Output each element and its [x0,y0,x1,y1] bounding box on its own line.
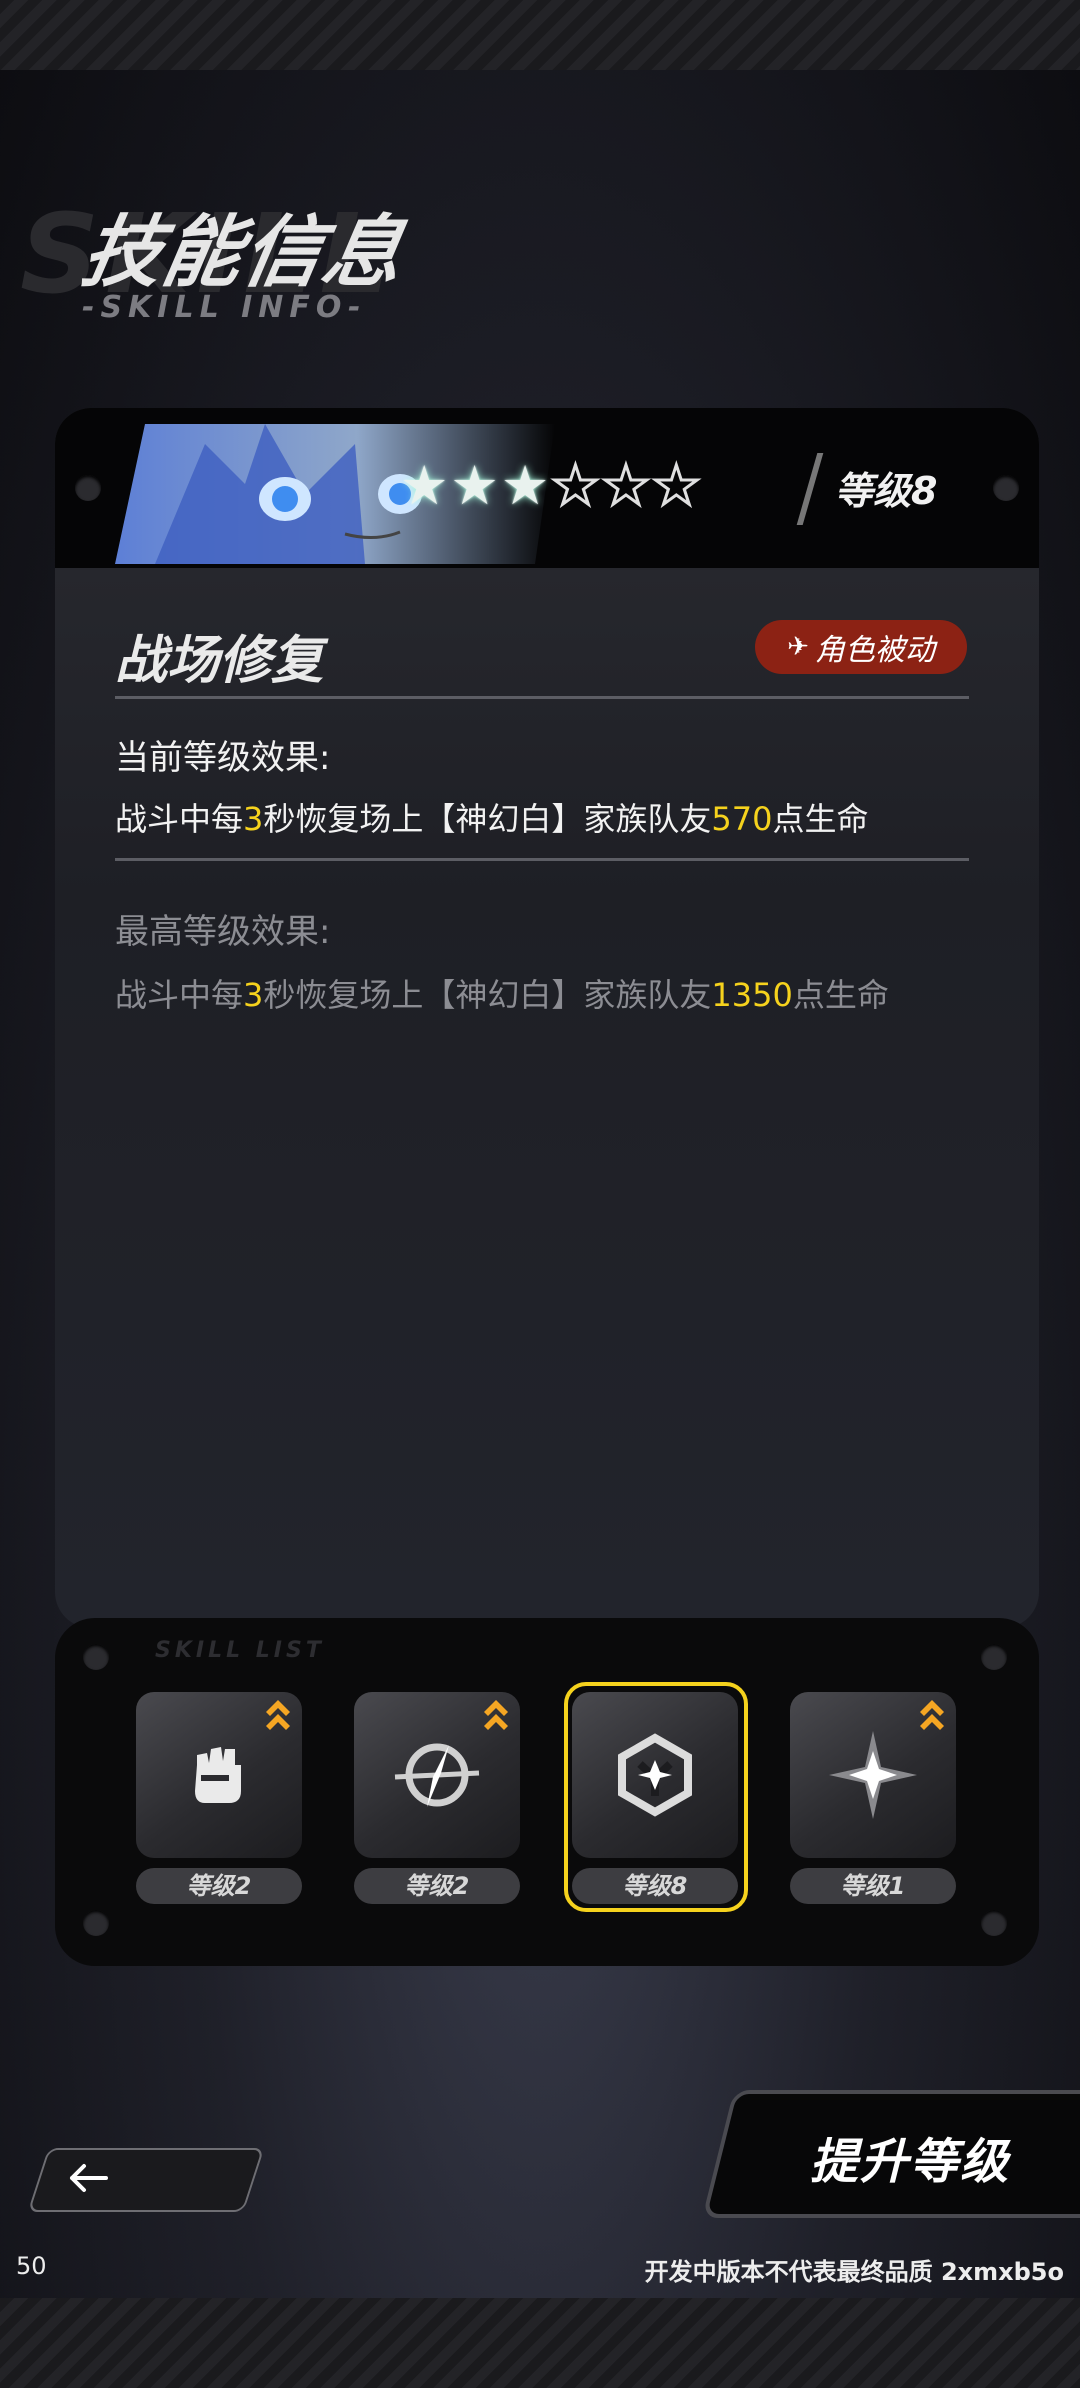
skill-icon-frame [572,1692,738,1858]
version-text: 50 [16,2252,47,2280]
skill-icon-frame [790,1692,956,1858]
card-header: ★ ★ ★ ★ ★ ★ 等级8 [55,408,1039,568]
star-empty-icon: ★ [550,454,601,517]
skill-slot-1[interactable]: 等级2 [136,1692,302,1904]
title-block: SKILL 技能信息 -SKILL INFO- [20,190,580,340]
top-decor-stripe [0,0,1080,70]
skill-slot-level: 等级2 [136,1868,302,1904]
screw-icon [75,475,101,501]
upgrade-arrow-icon [920,1700,944,1730]
dev-watermark: 开发中版本不代表最终品质 2xmxb5o [644,2258,1064,2286]
skill-type-badge: ✈ 角色被动 [755,620,967,674]
skill-slot-4[interactable]: 等级1 [790,1692,956,1904]
skill-icon-frame [136,1692,302,1858]
skill-level: 等级8 [835,469,938,513]
skill-info-card: ★ ★ ★ ★ ★ ★ 等级8 战场修复 ✈ 角色被动 当前等级效果: 战斗中每… [55,408,1039,1628]
skill-slot-3[interactable]: 等级8 [564,1682,748,1912]
arrow-left-icon [70,2164,108,2192]
divider [115,696,969,699]
skill-name: 战场修复 [115,631,324,691]
skill-list-panel: SKILL LIST 等级2 等级2 等级8 等级1 [55,1618,1039,1966]
screw-icon [993,475,1019,501]
plane-icon: ✈ [787,632,809,662]
back-button[interactable] [27,2148,265,2212]
star-empty-icon: ★ [651,454,702,517]
skill-slot-level: 等级1 [790,1868,956,1904]
star-filled-icon: ★ [400,454,449,517]
max-effect-desc: 战斗中每3秒恢复场上【神幻白】家族队友1350点生命 [115,976,889,1014]
star-filled-icon: ★ [500,454,550,517]
star-empty-icon: ★ [600,454,651,517]
fist-icon [195,1747,241,1803]
level-divider [796,453,824,525]
page-title: 技能信息 [75,208,412,298]
four-point-star-icon [829,1731,917,1819]
bottom-decor-stripe [0,2298,1080,2388]
screw-icon [83,1644,109,1670]
hex-cube-icon [618,1733,692,1817]
skill-slot-2[interactable]: 等级2 [354,1692,520,1904]
page-subtitle: -SKILL INFO- [82,290,367,325]
star-filled-icon: ★ [450,454,499,517]
screw-icon [83,1910,109,1936]
skill-icon-frame [354,1692,520,1858]
screw-icon [981,1910,1007,1936]
screw-icon [981,1644,1007,1670]
upgrade-button-label: 提升等级 [810,2134,1011,2190]
panel-tag: SKILL LIST [155,1638,325,1663]
upgrade-arrow-icon [484,1700,508,1730]
skill-slot-level: 等级2 [354,1868,520,1904]
current-effect-label: 当前等级效果: [115,738,331,778]
max-effect-label: 最高等级效果: [115,912,331,952]
current-effect-desc: 战斗中每3秒恢复场上【神幻白】家族队友570点生命 [115,800,869,838]
star-rating: ★ ★ ★ ★ ★ ★ [400,454,702,517]
upgrade-arrow-icon [266,1700,290,1730]
compass-slash-icon [394,1743,480,1807]
badge-label: 角色被动 [814,633,935,668]
divider [115,858,969,861]
